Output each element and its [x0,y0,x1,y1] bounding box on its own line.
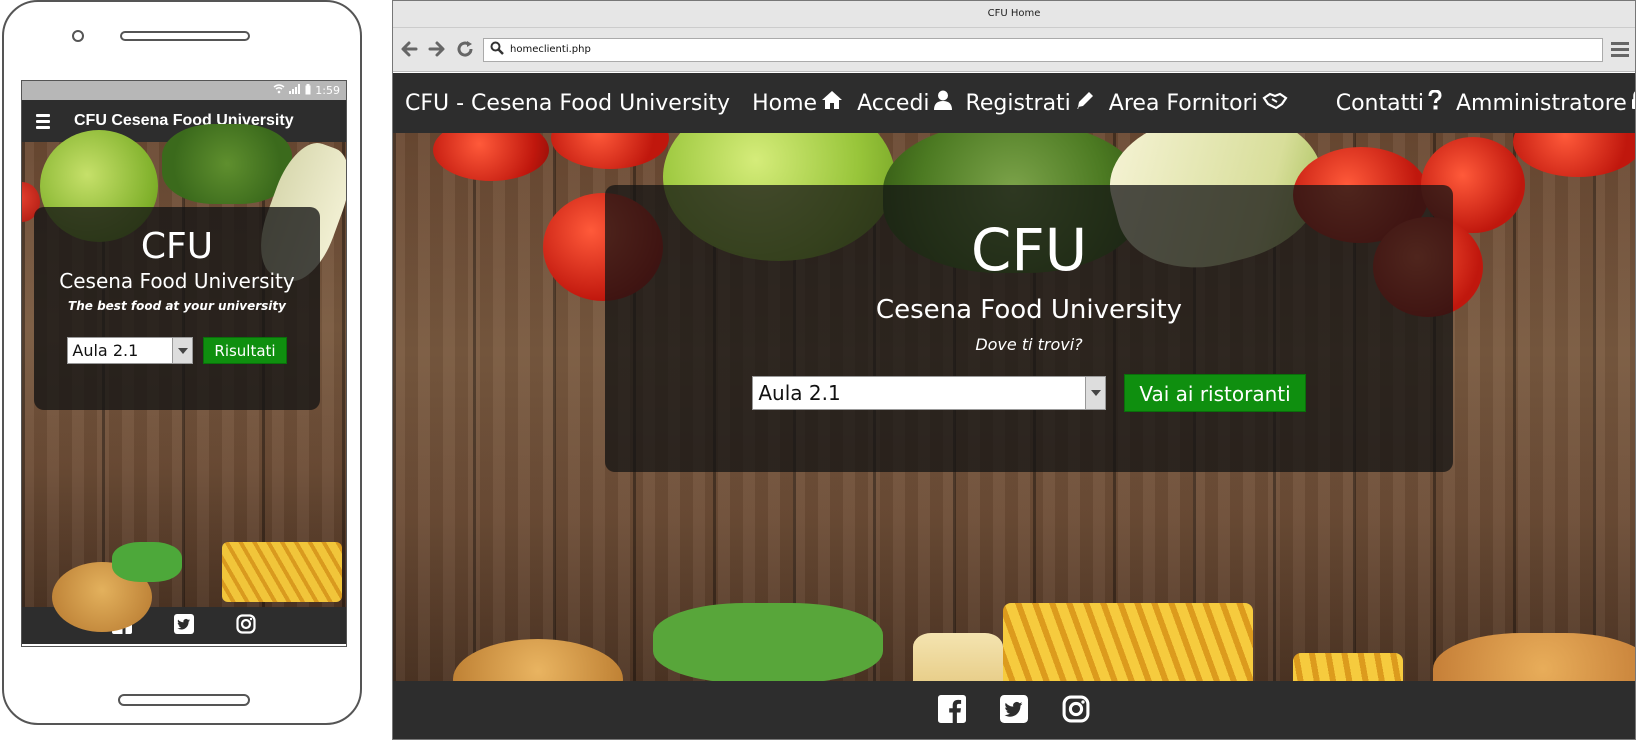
mobile-hero-card: CFU Cesena Food University The best food… [34,207,320,410]
hamburger-menu-icon[interactable] [36,113,50,129]
navbar-brand[interactable]: CFU - Cesena Food University [405,91,730,116]
home-icon [821,90,843,116]
facebook-icon[interactable] [938,695,966,727]
hero-subtitle: Cesena Food University [875,295,1183,325]
classroom-select[interactable]: Aula 2.1 [752,376,1107,410]
camera [72,30,84,42]
handshake-icon [1262,90,1288,116]
back-arrow-icon[interactable] [399,40,419,60]
nav-suppliers[interactable]: Area Fornitori [1109,90,1288,116]
desktop-navbar: CFU - Cesena Food University Home Accedi… [393,73,1635,133]
desktop-mockup: CFU Home homeclienti.php CFU - Cesena Fo… [392,0,1636,740]
speaker [120,31,250,41]
select-value: Aula 2.1 [758,381,841,405]
twitter-icon[interactable] [174,613,194,638]
nav-admin[interactable]: Amministratore [1456,90,1635,116]
nav-login[interactable]: Accedi [857,90,952,116]
signal-icon [289,84,301,97]
nav-home[interactable]: Home [752,90,843,116]
hero-tagline: The best food at your university [68,299,286,313]
address-bar[interactable]: homeclienti.php [483,37,1603,62]
nav-register[interactable]: Registrati [966,90,1095,116]
location-prompt: Dove ti trovi? [975,335,1083,354]
status-bar: 1:59 [22,81,346,100]
desktop-hero-card: CFU Cesena Food University Dove ti trovi… [605,185,1453,472]
status-time: 1:59 [315,84,340,97]
instagram-icon[interactable] [1062,695,1090,727]
nav-contacts[interactable]: Contatti [1336,89,1442,116]
browser-toolbar: homeclienti.php [393,28,1635,72]
hero-title: CFU [970,216,1088,284]
mobile-mockup: 1:59 CFU Cesena Food University CFU Cese… [2,0,362,725]
wifi-icon [273,84,285,97]
select-value: Aula 2.1 [72,341,139,360]
desktop-footer [393,681,1635,739]
lock-icon [1631,90,1635,116]
page-content: CFU - Cesena Food University Home Accedi… [393,73,1635,739]
go-to-restaurants-button[interactable]: Vai ai ristoranti [1124,374,1306,412]
battery-icon [305,83,311,98]
twitter-icon[interactable] [1000,695,1028,727]
window-title: CFU Home [393,1,1635,28]
results-button[interactable]: Risultati [203,337,287,364]
forward-arrow-icon[interactable] [427,40,447,60]
home-button [118,694,250,706]
search-icon [490,41,504,58]
reload-icon[interactable] [455,40,475,60]
hero-subtitle: Cesena Food University [59,269,295,293]
chevron-down-icon[interactable] [1085,377,1106,409]
browser-menu-icon[interactable] [1611,42,1629,57]
chevron-down-icon[interactable] [172,338,193,363]
mobile-screen: 1:59 CFU Cesena Food University CFU Cese… [21,80,347,647]
desktop-hero: CFU Cesena Food University Dove ti trovi… [393,133,1635,681]
pencil-icon [1075,90,1095,116]
classroom-select[interactable]: Aula 2.1 [67,337,194,364]
question-icon [1428,89,1442,116]
user-icon [933,90,952,116]
hero-title: CFU [140,226,214,267]
url-text[interactable]: homeclienti.php [510,44,591,55]
instagram-icon[interactable] [236,613,256,638]
mobile-hero: CFU Cesena Food University The best food… [22,124,346,632]
